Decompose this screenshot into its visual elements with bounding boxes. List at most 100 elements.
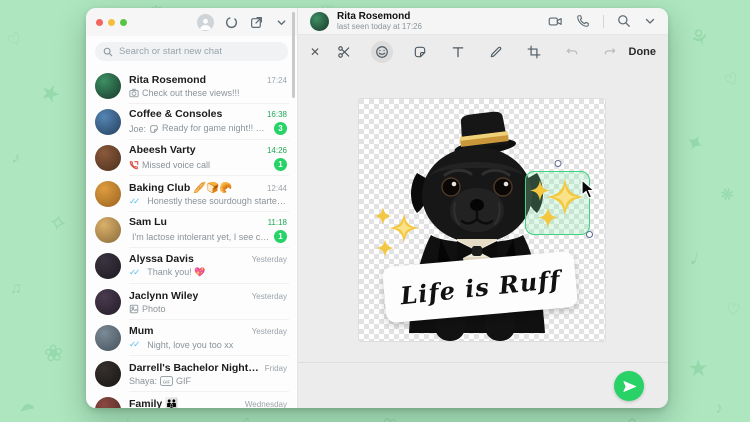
search-chat-icon[interactable] xyxy=(617,14,631,28)
chat-name: Coffee & Consoles xyxy=(129,108,223,120)
chat-timestamp: Yesterday xyxy=(251,327,287,336)
chat-avatar xyxy=(95,361,121,387)
chat-timestamp: 16:38 xyxy=(266,110,287,119)
unread-badge: 1 xyxy=(274,230,287,243)
sticker-canvas[interactable]: Life is Ruff xyxy=(359,99,605,341)
minimize-window-button[interactable] xyxy=(108,18,115,26)
chat-avatar xyxy=(95,253,121,279)
preview-icon xyxy=(129,304,139,314)
undo-button[interactable] xyxy=(561,41,583,63)
chat-timestamp: 14:26 xyxy=(266,146,287,155)
send-icon xyxy=(622,380,636,392)
person-icon xyxy=(200,18,211,30)
contact-avatar[interactable] xyxy=(310,11,329,31)
editor-panel: Rita Rosemond last seen today at 17:26 ✕ xyxy=(298,8,668,408)
caption-text: Life is Ruff xyxy=(398,264,562,310)
whatsapp-window: Search or start new chat Rita Rosemond 1… xyxy=(86,8,668,408)
search-input[interactable]: Search or start new chat xyxy=(95,42,288,61)
chat-list-item[interactable]: Jaclynn Wiley Yesterday ✓✓ Photo xyxy=(86,284,297,320)
done-button[interactable]: Done xyxy=(629,46,657,58)
chat-name: Baking Club 🥖🍞🥐 xyxy=(129,181,233,194)
chat-name: Darrell's Bachelor Night 🍾 xyxy=(129,362,259,374)
sticker-editor-toolbar: ✕ Done xyxy=(298,35,668,68)
chat-preview: Thank you! 💖 xyxy=(147,267,206,277)
chat-name: Sam Lu xyxy=(129,216,167,228)
chat-preview: Check out these views!!! xyxy=(142,87,240,98)
draw-tool-button[interactable] xyxy=(485,41,507,63)
chat-list-item[interactable]: Family 👪 Wednesday ✓✓ Grandma: Happy dan… xyxy=(86,392,297,408)
chat-list-item[interactable]: Abeesh Varty 14:26 ✓✓ Missed voice call … xyxy=(86,140,297,176)
contact-name: Rita Rosemond xyxy=(337,10,411,22)
chat-list-item[interactable]: Rita Rosemond 17:24 ✓✓ Check out these v… xyxy=(86,68,297,104)
chat-list-item[interactable]: Sam Lu 11:18 ✓✓ I'm lactose intolerant y… xyxy=(86,212,297,248)
sidebar-header xyxy=(86,8,297,36)
sticker-tool-button[interactable] xyxy=(409,41,431,63)
header-divider xyxy=(603,14,604,28)
chat-preview: Photo xyxy=(142,303,166,314)
chat-avatar xyxy=(95,73,121,99)
send-button[interactable] xyxy=(614,371,644,401)
read-receipt-icon: ✓✓ xyxy=(129,339,140,349)
chat-list-scrollbar[interactable] xyxy=(292,12,295,98)
chat-list-item[interactable]: Darrell's Bachelor Night 🍾 Friday ✓✓ Sha… xyxy=(86,356,297,392)
chat-avatar xyxy=(95,181,121,207)
chat-timestamp: Friday xyxy=(264,364,287,373)
close-window-button[interactable] xyxy=(96,18,103,26)
svg-text:GIF: GIF xyxy=(163,379,171,384)
chat-timestamp: 17:24 xyxy=(266,75,287,85)
read-receipt-icon: ✓✓ xyxy=(129,267,140,277)
preview-icon xyxy=(129,160,139,170)
unread-badge: 3 xyxy=(274,122,287,135)
chevron-down-icon[interactable] xyxy=(644,15,656,27)
text-tool-button[interactable] xyxy=(447,41,469,63)
mouse-cursor xyxy=(581,179,596,199)
status-icon[interactable] xyxy=(224,15,239,30)
rotate-handle[interactable] xyxy=(554,160,561,167)
chat-timestamp: Wednesday xyxy=(244,400,287,408)
search-placeholder: Search or start new chat xyxy=(119,46,222,57)
video-call-icon[interactable] xyxy=(548,14,563,29)
preview-icon xyxy=(149,124,159,134)
preview-icon: GIF xyxy=(160,376,174,386)
chat-avatar xyxy=(95,145,121,171)
chat-list-item[interactable]: Baking Club 🥖🍞🥐 12:44 ✓✓ Honestly these … xyxy=(86,176,297,212)
cutout-tool-button[interactable] xyxy=(333,41,355,63)
resize-handle[interactable] xyxy=(586,231,593,238)
chat-preview: GIF xyxy=(176,376,192,386)
conversation-header: Rita Rosemond last seen today at 17:26 xyxy=(298,8,668,35)
voice-call-icon[interactable] xyxy=(576,14,590,28)
chat-name: Alyssa Davis xyxy=(129,253,194,265)
sidebar: Search or start new chat Rita Rosemond 1… xyxy=(86,8,298,408)
macos-traffic-lights[interactable] xyxy=(96,18,127,26)
chevron-down-icon[interactable] xyxy=(274,15,289,30)
chat-timestamp: Yesterday xyxy=(251,291,287,301)
sparkles-emoji-selected[interactable] xyxy=(529,176,587,232)
profile-avatar[interactable] xyxy=(197,13,214,31)
chat-list-item[interactable]: Mum Yesterday ✓✓ Night, love you too xx xyxy=(86,320,297,356)
crop-tool-button[interactable] xyxy=(523,41,545,63)
emoji-tool-button[interactable] xyxy=(371,40,394,63)
chat-list-item[interactable]: Coffee & Consoles 16:38 ✓✓ Joe: Ready fo… xyxy=(86,104,297,140)
chat-list-item[interactable]: Alyssa Davis Yesterday ✓✓ Thank you! 💖 xyxy=(86,248,297,284)
chat-name: Jaclynn Wiley xyxy=(129,289,199,302)
chat-preview: Ready for game night!! 👊♟👊 xyxy=(162,123,271,133)
chat-name: Rita Rosemond xyxy=(129,73,207,86)
chat-preview: Honestly these sourdough starters are aw… xyxy=(147,196,287,206)
chat-preview: I'm lactose intolerant yet, I see cheese… xyxy=(132,231,271,242)
chat-preview: Missed voice call xyxy=(142,159,211,170)
chat-avatar xyxy=(95,289,121,315)
preview-sender: Shaya: xyxy=(129,376,158,386)
chat-name: Family 👪 xyxy=(129,398,179,408)
chat-avatar xyxy=(95,217,121,243)
chat-name: Abeesh Varty xyxy=(129,144,196,156)
sparkles-emoji-left[interactable] xyxy=(371,205,423,259)
unread-badge: 1 xyxy=(274,158,287,171)
chat-avatar xyxy=(95,397,121,408)
zoom-window-button[interactable] xyxy=(120,18,127,26)
chat-avatar xyxy=(95,109,121,135)
close-editor-button[interactable]: ✕ xyxy=(310,45,326,59)
canvas-area: Life is Ruff xyxy=(298,68,668,362)
redo-button[interactable] xyxy=(599,41,621,63)
new-chat-icon[interactable] xyxy=(249,15,264,30)
chat-name: Mum xyxy=(129,325,154,337)
